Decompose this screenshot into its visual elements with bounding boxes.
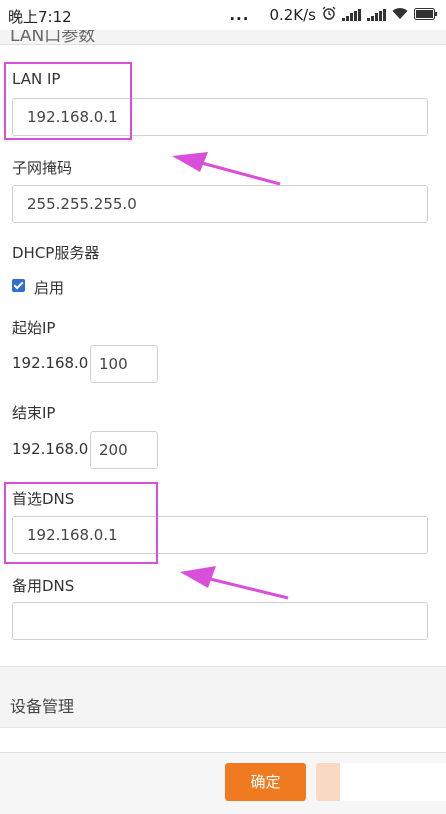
end-ip-label: 结束IP: [12, 404, 56, 422]
wifi-icon: [392, 6, 408, 24]
alarm-clock-icon: [322, 6, 336, 24]
secondary-button[interactable]: [316, 763, 446, 801]
lan-ip-highlight-box: [4, 62, 132, 140]
start-ip-prefix: 192.168.0.: [12, 354, 94, 372]
start-ip-label: 起始IP: [12, 319, 56, 337]
battery-icon: [414, 6, 438, 24]
arrow-annotation-primary-dns: [180, 566, 289, 600]
subnet-mask-label: 子网掩码: [12, 159, 73, 177]
signal-strength-icon-2: [367, 9, 386, 21]
confirm-button[interactable]: 确定: [225, 763, 306, 801]
footer-bar: 确定: [0, 752, 446, 814]
dhcp-server-label: DHCP服务器: [12, 244, 100, 262]
status-icons: ... 0.2K/s: [229, 6, 438, 24]
signal-strength-icon: [342, 9, 361, 21]
status-bar: 晚上7:12 ... 0.2K/s: [0, 0, 446, 30]
secondary-dns-label: 备用DNS: [12, 577, 75, 595]
section-title-device-management: 设备管理: [10, 697, 75, 716]
start-ip-input[interactable]: 100: [90, 345, 158, 383]
subnet-mask-input[interactable]: 255.255.255.0: [12, 185, 428, 223]
section-title-lan: LAN口参数: [10, 30, 96, 45]
dhcp-enable-checkbox[interactable]: [12, 279, 25, 292]
end-ip-prefix: 192.168.0.: [12, 440, 94, 458]
notification-dots: ...: [229, 6, 250, 24]
arrow-annotation-lan-ip: [172, 152, 281, 186]
end-ip-input[interactable]: 200: [90, 431, 158, 469]
section-device-management[interactable]: 设备管理: [0, 666, 446, 728]
dhcp-enable-label: 启用: [34, 279, 65, 297]
network-speed: 0.2K/s: [269, 6, 316, 24]
status-time: 晚上7:12: [8, 8, 72, 26]
section-header-lan: LAN口参数: [0, 30, 446, 45]
primary-dns-highlight-box: [4, 482, 158, 564]
secondary-dns-input[interactable]: [12, 602, 428, 640]
